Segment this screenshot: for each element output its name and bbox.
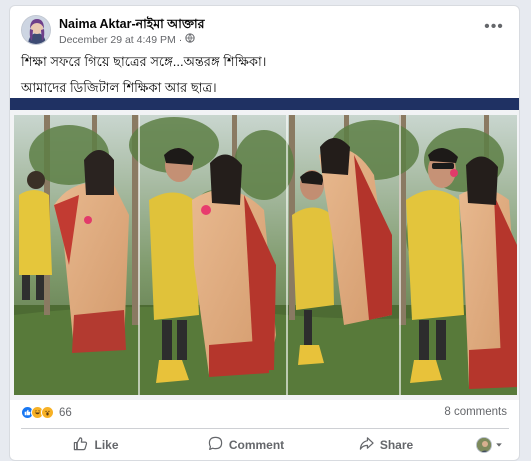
reactions-summary[interactable]: 66 <box>21 406 72 419</box>
photo-container <box>10 110 519 400</box>
post-timestamp[interactable]: December 29 at 4:49 PM <box>59 34 176 46</box>
like-label: Like <box>94 438 119 452</box>
wow-reaction-icon <box>41 406 54 419</box>
share-label: Share <box>379 438 414 452</box>
post-text: শিক্ষা সফরে গিয়ে ছাত্রের সঙ্গে...অন্তরঙ… <box>21 52 509 104</box>
post-accent-bar <box>10 98 519 110</box>
post-stats: 66 8 comments <box>21 406 509 422</box>
share-button[interactable]: Share <box>321 431 451 459</box>
like-button[interactable]: Like <box>21 431 171 459</box>
post-actions: Like Comment Share <box>21 431 509 459</box>
post-photo[interactable] <box>14 115 517 395</box>
post-meta: December 29 at 4:49 PM · <box>59 33 195 46</box>
user-avatar <box>476 437 492 453</box>
post-card: Naima Aktar-নাইমা আক্তার December 29 at … <box>9 5 520 461</box>
thumbs-up-icon <box>73 436 88 454</box>
more-options-button[interactable]: ••• <box>483 18 505 36</box>
comment-label: Comment <box>228 438 285 452</box>
share-arrow-icon <box>359 436 374 454</box>
author-avatar[interactable] <box>21 15 51 45</box>
post-header: Naima Aktar-নাইমা আক্তার December 29 at … <box>21 15 509 49</box>
comment-button[interactable]: Comment <box>171 431 321 459</box>
chevron-down-icon <box>495 438 503 452</box>
react-as-selector[interactable] <box>451 431 509 459</box>
comment-icon <box>208 436 223 454</box>
comments-count[interactable]: 8 comments <box>444 406 507 418</box>
reactions-count: 66 <box>59 406 72 419</box>
actions-divider <box>21 428 509 429</box>
globe-icon[interactable] <box>185 33 195 46</box>
post-text-line: আমাদের ডিজিটাল শিক্ষিকা আর ছাত্র। <box>21 80 217 95</box>
post-text-line: শিক্ষা সফরে গিয়ে ছাত্রের সঙ্গে...অন্তরঙ… <box>21 54 267 69</box>
